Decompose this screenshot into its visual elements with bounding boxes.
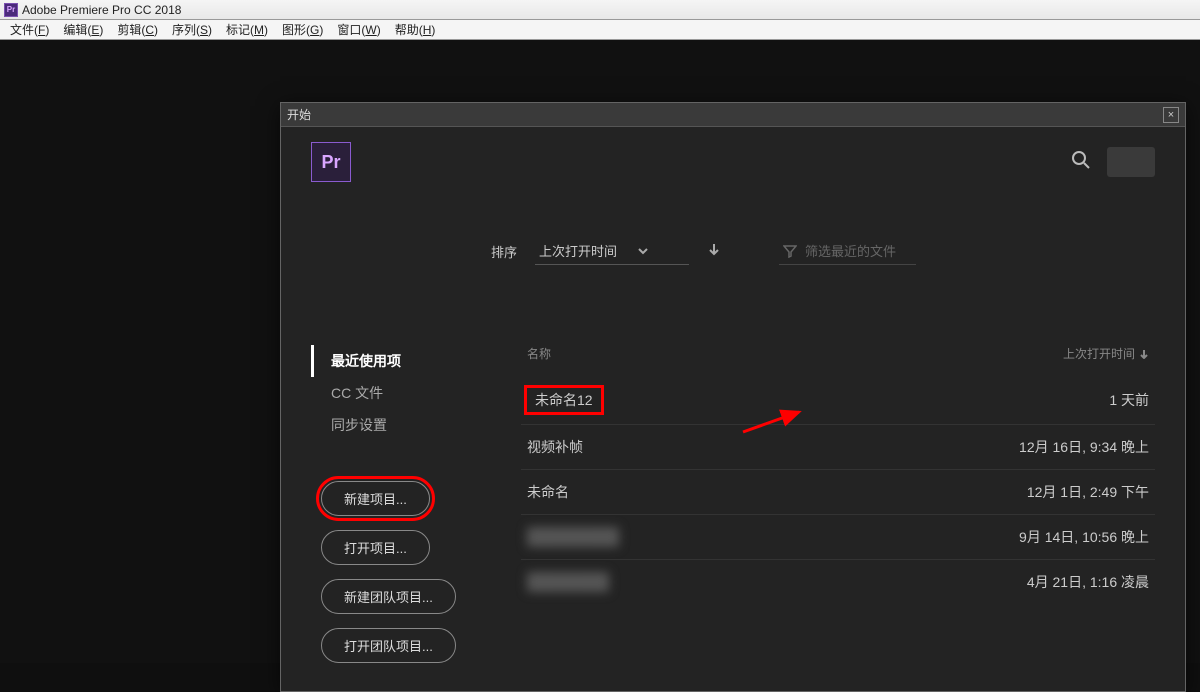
start-sidebar: 最近使用项CC 文件同步设置 新建项目... 打开项目... 新建团队项目... 打开… — [311, 305, 491, 663]
col-time[interactable]: 上次打开时间 — [1063, 345, 1149, 362]
menu-e[interactable]: 编辑(E) — [57, 21, 109, 38]
filter-placeholder: 筛选最近的文件 — [805, 241, 896, 260]
menu-m[interactable]: 标记(M) — [220, 21, 274, 38]
workspace: 开始 × Pr 排序 上次打开时间 筛选最近的文件 — [0, 40, 1200, 663]
row-name: 未命名 — [527, 482, 569, 502]
row-name: ████ — [527, 527, 619, 547]
row-time: 4月 21日, 1:16 凌晨 — [1027, 572, 1149, 592]
sidebar-item-1[interactable]: CC 文件 — [311, 377, 491, 409]
chevron-down-icon — [637, 245, 649, 257]
sidebar-button-2[interactable]: 新建团队项目... — [321, 579, 456, 614]
menu-c[interactable]: 剪辑(C) — [111, 21, 164, 38]
table-row[interactable]: ████ 9月 14日, 10:56 晚上 — [521, 514, 1155, 559]
menu-w[interactable]: 窗口(W) — [331, 21, 386, 38]
table-row[interactable]: 未命名 12月 1日, 2:49 下午 — [521, 469, 1155, 514]
table-row[interactable]: 视频补帧 12月 16日, 9:34 晚上 — [521, 424, 1155, 469]
sidebar-button-3[interactable]: 打开团队项目... — [321, 628, 456, 663]
filter-icon — [783, 244, 797, 258]
table-header: 名称 上次打开时间 — [521, 345, 1155, 376]
menu-f[interactable]: 文件(F) — [4, 21, 55, 38]
app-icon: Pr — [4, 3, 18, 17]
sidebar-nav: 最近使用项CC 文件同步设置 — [311, 345, 491, 441]
sort-direction-icon[interactable] — [707, 242, 721, 261]
search-icon[interactable] — [1071, 150, 1091, 175]
titlebar: Pr Adobe Premiere Pro CC 2018 — [0, 0, 1200, 20]
row-time: 9月 14日, 10:56 晚上 — [1019, 527, 1149, 547]
menu-s[interactable]: 序列(S) — [166, 21, 218, 38]
filter-input[interactable]: 筛选最近的文件 — [779, 237, 916, 265]
start-window-title: 开始 — [287, 106, 311, 123]
start-window: 开始 × Pr 排序 上次打开时间 筛选最近的文件 — [280, 102, 1186, 692]
sort-row: 排序 上次打开时间 筛选最近的文件 — [491, 237, 1185, 265]
row-time: 12月 16日, 9:34 晚上 — [1019, 437, 1149, 457]
row-name: 未命名12 — [527, 388, 601, 412]
app-title: Adobe Premiere Pro CC 2018 — [22, 3, 181, 17]
account-button[interactable] — [1107, 147, 1155, 177]
col-name: 名称 — [527, 345, 551, 362]
sort-value: 上次打开时间 — [539, 241, 617, 260]
sidebar-buttons: 新建项目... 打开项目... 新建团队项目... 打开团队项目... — [311, 481, 491, 663]
sort-label: 排序 — [491, 242, 517, 261]
recent-list: 名称 上次打开时间 未命名121 天前视频补帧12月 16日, 9:34 晚上未… — [521, 305, 1155, 663]
sidebar-item-2[interactable]: 同步设置 — [311, 409, 491, 441]
row-time: 12月 1日, 2:49 下午 — [1027, 482, 1149, 502]
menubar: 文件(F)编辑(E)剪辑(C)序列(S)标记(M)图形(G)窗口(W)帮助(H) — [0, 20, 1200, 40]
premiere-logo-icon: Pr — [311, 142, 351, 182]
menu-g[interactable]: 图形(G) — [276, 21, 329, 38]
sidebar-button-0[interactable]: 新建项目... — [321, 481, 430, 516]
sort-dropdown[interactable]: 上次打开时间 — [535, 237, 689, 265]
table-row[interactable]: 未命名12 1 天前 — [521, 376, 1155, 424]
sidebar-item-0[interactable]: 最近使用项 — [311, 345, 491, 377]
menu-h[interactable]: 帮助(H) — [389, 21, 442, 38]
start-header: Pr — [281, 127, 1185, 197]
arrow-down-icon — [1139, 349, 1149, 359]
row-name: 视频补帧 — [527, 437, 583, 457]
row-name: ███ — [527, 572, 609, 592]
table-row[interactable]: ███ 4月 21日, 1:16 凌晨 — [521, 559, 1155, 604]
start-window-titlebar: 开始 × — [281, 103, 1185, 127]
sidebar-button-1[interactable]: 打开项目... — [321, 530, 430, 565]
close-icon[interactable]: × — [1163, 107, 1179, 123]
row-time: 1 天前 — [1109, 390, 1149, 410]
